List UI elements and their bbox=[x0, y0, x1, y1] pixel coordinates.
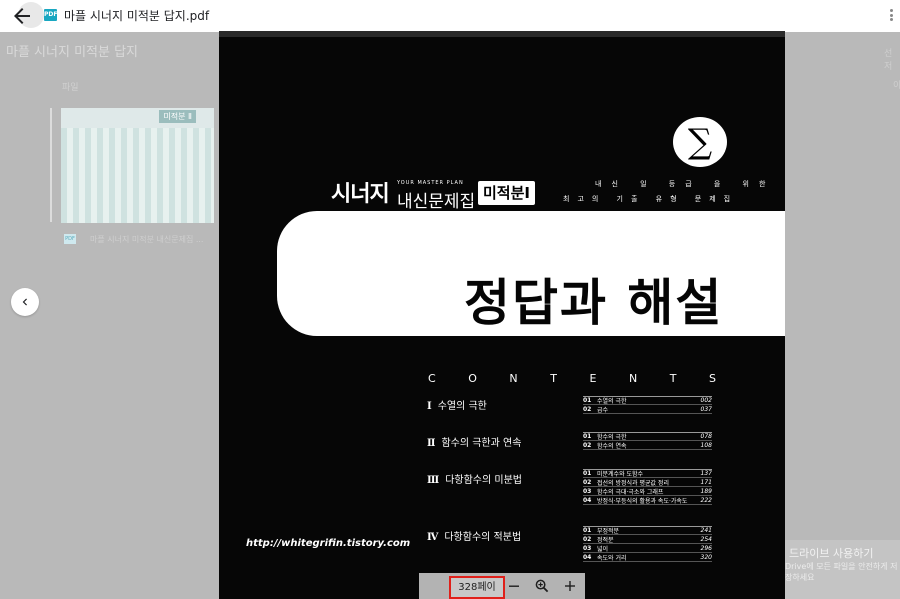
right-label: 선저 bbox=[884, 49, 893, 72]
watermark-url: http://whitegrifin.tistory.com bbox=[246, 538, 411, 549]
subject-badge: 미적분Ⅰ bbox=[478, 181, 535, 205]
zoom-button[interactable] bbox=[532, 576, 552, 596]
more-vert-icon[interactable] bbox=[890, 9, 896, 21]
contents-letter: C bbox=[428, 372, 436, 385]
list-item: 04 속도와 거리 320 bbox=[583, 553, 712, 562]
section-entries: 01 부정적분 241 02 정적분 254 03 넓이 296 04 속도와 거리 320 bbox=[583, 526, 712, 562]
contents-letter: O bbox=[468, 372, 477, 385]
zoom-in-icon bbox=[535, 579, 549, 593]
contents-letter: T bbox=[550, 372, 557, 385]
chevron-left-icon bbox=[22, 298, 27, 306]
file-name[interactable]: 마플 시너지 미적분 내신문제집 ... bbox=[90, 234, 203, 245]
thumbnail-tag: 미적분 Ⅱ bbox=[159, 110, 196, 123]
page-indicator[interactable]: 328페이 bbox=[449, 576, 505, 599]
section-title: Ⅰ 수열의 극한 bbox=[427, 401, 487, 412]
pdf-file-icon: PDF bbox=[64, 234, 76, 244]
main-title: 정답과 해설 bbox=[464, 274, 724, 332]
promo-body: Drive에 모든 파일을 안전하게 저장하세요 bbox=[785, 562, 898, 582]
contents-letter: E bbox=[589, 372, 597, 385]
tagline-1: 내신 일 등급 을 위한 bbox=[595, 180, 776, 188]
right-label-2: 이 bbox=[893, 81, 900, 91]
folder-title: 마플 시너지 미적분 답지 bbox=[6, 45, 138, 60]
top-bar: PDF 마플 시너지 미적분 답지.pdf bbox=[0, 0, 900, 32]
list-item: 02 급수 037 bbox=[583, 405, 712, 414]
sigma-logo-icon: ∑ bbox=[673, 117, 727, 167]
arrow-left-icon bbox=[14, 8, 30, 24]
section-entries: 01 미분계수와 도함수 137 02 접선의 방정식과 평균값 정리 171 03 함수… bbox=[583, 469, 712, 505]
contents-letter: S bbox=[708, 372, 716, 385]
drive-promo: 드라이브 사용하기 Drive에 모든 파일을 안전하게 저장하세요 bbox=[785, 540, 900, 599]
contents-letter: N bbox=[628, 372, 638, 385]
brand-name: 시너지 bbox=[331, 182, 390, 207]
file-thumbnail[interactable]: 미적분 Ⅱ bbox=[61, 108, 214, 223]
zoom-in-button[interactable] bbox=[560, 576, 580, 596]
pdf-page: ∑ 시너지 YOUR MASTER PLAN 내신문제집 미적분Ⅰ 내신 일 등… bbox=[219, 31, 785, 599]
section-label: 파일 bbox=[62, 83, 79, 93]
brand-slogan: YOUR MASTER PLAN bbox=[397, 180, 464, 186]
list-item: 02 함수의 연속 108 bbox=[583, 441, 712, 450]
contents-letter: N bbox=[509, 372, 518, 385]
previous-file-button[interactable] bbox=[11, 288, 39, 316]
contents-heading: C O N T E N T S bbox=[428, 372, 716, 385]
plus-icon bbox=[565, 581, 575, 591]
section-entries: 01 수열의 극한 002 02 급수 037 bbox=[583, 396, 712, 414]
list-item: 04 방정식·부등식의 활용과 속도·가속도 222 bbox=[583, 496, 712, 505]
section-title: Ⅱ 함수의 극한과 연속 bbox=[427, 438, 522, 449]
document-title: 마플 시너지 미적분 답지.pdf bbox=[64, 9, 210, 23]
section-title: Ⅲ 다항함수의 미분법 bbox=[427, 475, 522, 486]
back-button[interactable] bbox=[10, 4, 34, 28]
section-entries: 01 함수의 극한 078 02 함수의 연속 108 bbox=[583, 432, 712, 450]
contents-letter: T bbox=[669, 372, 677, 385]
pdf-file-icon: PDF bbox=[44, 9, 57, 21]
promo-title: 드라이브 사용하기 bbox=[789, 547, 874, 560]
minus-icon bbox=[509, 585, 519, 587]
brand-subtitle: 내신문제집 bbox=[397, 192, 476, 212]
section-title: Ⅳ 다항함수의 적분법 bbox=[427, 532, 522, 543]
zoom-out-button[interactable] bbox=[504, 576, 524, 596]
tagline-2: 최고의 기출 유형 문제집 bbox=[563, 195, 739, 203]
thumbnail-image bbox=[61, 128, 214, 223]
page-edge bbox=[219, 31, 785, 37]
divider bbox=[50, 108, 52, 222]
